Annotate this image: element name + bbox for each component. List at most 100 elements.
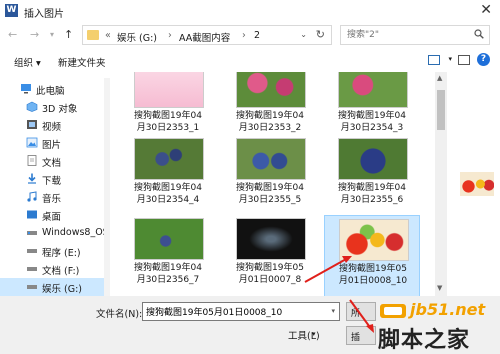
sidebar-item-drive-g[interactable]: 娱乐 (G:) — [0, 278, 110, 296]
sidebar-scrollbar[interactable] — [104, 78, 110, 296]
document-icon — [27, 155, 37, 166]
file-thumbnail — [236, 218, 306, 260]
file-name-line1: 搜狗截图19年04 — [338, 183, 406, 193]
navigation-bar: ← → ▾ ↑ « 娱乐 (G:) › AA截图内容 › 2 ⌄ ↻ — [0, 23, 500, 47]
sidebar-item-label: 文档 (F:) — [42, 266, 80, 277]
sidebar-item-windows8-os[interactable]: Windows8_OS — [0, 224, 110, 242]
scroll-up-icon[interactable]: ▲ — [437, 74, 442, 82]
watermark-logo — [380, 304, 406, 318]
file-name-line1: 搜狗截图19年04 — [134, 111, 202, 121]
filename-label: 文件名(N): — [96, 309, 143, 320]
file-thumbnail — [338, 72, 408, 108]
sidebar-item-desktop[interactable]: 桌面 — [0, 206, 110, 224]
sidebar-item-documents[interactable]: 文档 — [0, 152, 110, 170]
file-item[interactable]: 搜狗截图19年05 月01日0007_8 — [222, 218, 318, 296]
sidebar-item-label: 娱乐 (G:) — [42, 284, 82, 295]
file-name-line2: 月30日2356_7 — [136, 275, 200, 285]
forward-arrow-icon[interactable]: → — [30, 28, 39, 41]
file-name-line2: 月30日2354_4 — [136, 195, 200, 205]
file-item-selected[interactable]: 搜狗截图19年05 月01日0008_10 — [324, 215, 420, 296]
file-thumbnail — [338, 138, 408, 180]
breadcrumb-folder[interactable]: AA截图内容 — [179, 30, 230, 44]
preview-pane-icon[interactable] — [458, 55, 470, 65]
scroll-down-icon[interactable]: ▼ — [437, 284, 442, 292]
watermark-site: jb51.net — [410, 300, 486, 319]
picture-icon — [26, 137, 38, 148]
cube-icon — [26, 101, 38, 112]
sidebar-item-label: 图片 — [42, 140, 62, 151]
search-input[interactable] — [347, 28, 467, 42]
file-name-line2: 月01日0007_8 — [238, 275, 302, 285]
file-name-line1: 搜狗截图19年05 — [339, 264, 407, 274]
file-thumbnail — [134, 218, 204, 260]
breadcrumb-overflow[interactable]: « — [105, 30, 111, 41]
close-icon[interactable]: ✕ — [480, 2, 492, 18]
back-arrow-icon[interactable]: ← — [8, 28, 17, 41]
file-name-line1: 搜狗截图19年04 — [236, 183, 304, 193]
change-view-icon[interactable] — [428, 55, 440, 65]
help-icon[interactable]: ? — [477, 53, 490, 66]
refresh-icon[interactable]: ↻ — [316, 28, 325, 41]
view-dropdown-icon[interactable]: ▾ — [448, 55, 452, 63]
breadcrumb-current[interactable]: 2 — [254, 30, 260, 41]
search-box[interactable] — [340, 25, 490, 45]
file-name-line1: 搜狗截图19年05 — [236, 263, 304, 273]
file-item[interactable]: 搜狗截图19年04 月30日2355_6 — [324, 138, 420, 216]
file-name-line2: 月30日2354_3 — [340, 123, 404, 133]
file-type-select[interactable]: 所 — [346, 302, 376, 321]
navigation-pane: 此电脑 3D 对象 视频 图片 文档 下载 音乐 桌面 Windows8_OS … — [0, 78, 110, 296]
sidebar-item-label: 桌面 — [42, 212, 62, 223]
file-item[interactable]: 搜狗截图19年04 月30日2354_3 — [324, 72, 420, 144]
breadcrumb-separator: › — [168, 30, 172, 41]
file-name-line1: 搜狗截图19年04 — [236, 111, 304, 121]
up-arrow-icon[interactable]: ↑ — [64, 28, 73, 41]
address-dropdown-icon[interactable]: ⌄ — [300, 30, 307, 39]
file-list: 搜狗截图19年04 月30日2353_1 搜狗截图19年04 月30日2353_… — [112, 72, 442, 296]
chevron-down-icon[interactable]: ▾ — [331, 307, 335, 315]
sidebar-item-label: 此电脑 — [36, 86, 65, 97]
file-item[interactable]: 搜狗截图19年04 月30日2356_7 — [120, 218, 216, 296]
sidebar-item-3d-objects[interactable]: 3D 对象 — [0, 98, 110, 116]
sidebar-item-drive-e[interactable]: 程序 (E:) — [0, 242, 110, 260]
file-name-line1: 搜狗截图19年04 — [338, 111, 406, 121]
organize-button[interactable]: 组织 ▾ — [14, 55, 41, 69]
folder-icon — [87, 30, 99, 40]
chevron-down-icon[interactable]: ▾ — [312, 330, 316, 338]
file-list-scrollbar[interactable]: ▲ ▼ — [435, 72, 447, 296]
sidebar-item-pictures[interactable]: 图片 — [0, 134, 110, 152]
drive-icon — [27, 231, 37, 235]
sidebar-item-label: Windows8_OS — [42, 227, 109, 238]
breadcrumb-drive[interactable]: 娱乐 (G:) — [117, 30, 157, 44]
file-name-line2: 月01日0008_10 — [338, 276, 408, 286]
sidebar-item-label: 文档 — [42, 158, 62, 169]
sidebar-item-label: 程序 (E:) — [42, 248, 81, 259]
sidebar-item-label: 3D 对象 — [42, 104, 78, 115]
insert-button[interactable]: 插 — [346, 326, 376, 345]
sidebar-item-music[interactable]: 音乐 — [0, 188, 110, 206]
new-folder-button[interactable]: 新建文件夹 — [58, 55, 106, 69]
scrollbar-thumb[interactable] — [437, 90, 445, 130]
sidebar-item-downloads[interactable]: 下载 — [0, 170, 110, 188]
filename-input[interactable] — [146, 305, 322, 318]
file-item[interactable]: 搜狗截图19年04 月30日2353_1 — [120, 72, 216, 144]
sidebar-item-drive-f[interactable]: 文档 (F:) — [0, 260, 110, 278]
file-thumbnail — [236, 138, 306, 180]
sidebar-item-this-pc[interactable]: 此电脑 — [0, 80, 110, 98]
preview-image — [460, 172, 494, 196]
computer-icon — [21, 84, 31, 94]
file-item[interactable]: 搜狗截图19年04 月30日2354_4 — [120, 138, 216, 216]
command-bar: 组织 ▾ 新建文件夹 ▾ ? — [0, 50, 500, 72]
sidebar-item-videos[interactable]: 视频 — [0, 116, 110, 134]
recent-dropdown-icon[interactable]: ▾ — [50, 30, 54, 39]
search-icon — [474, 29, 484, 39]
filename-combobox[interactable]: ▾ — [142, 302, 340, 321]
address-bar[interactable]: « 娱乐 (G:) › AA截图内容 › 2 ⌄ ↻ — [82, 25, 332, 45]
sidebar-item-label: 下载 — [42, 176, 62, 187]
file-item[interactable]: 搜狗截图19年04 月30日2353_2 — [222, 72, 318, 144]
file-item[interactable]: 搜狗截图19年04 月30日2355_5 — [222, 138, 318, 216]
breadcrumb-separator: › — [242, 30, 246, 41]
sidebar-item-label: 音乐 — [42, 194, 62, 205]
file-name-line2: 月30日2355_6 — [340, 195, 404, 205]
word-app-icon: W — [5, 4, 18, 17]
file-thumbnail — [339, 219, 409, 261]
